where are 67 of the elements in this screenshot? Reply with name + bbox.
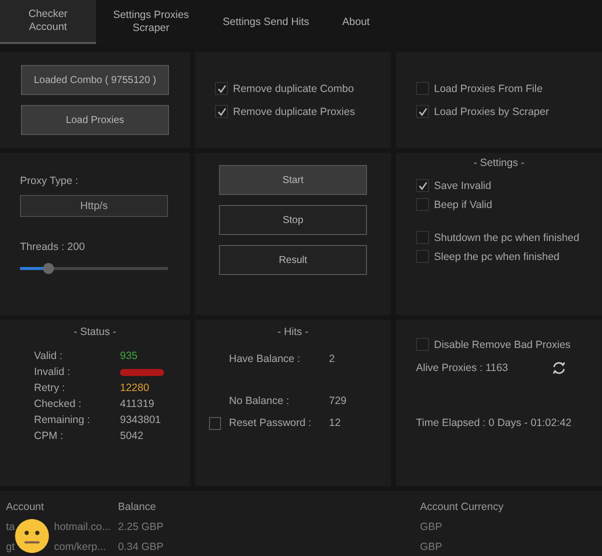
checkbox-label: Load Proxies by Scraper: [434, 106, 549, 118]
checkbox[interactable]: [416, 82, 429, 95]
hits-value: 2: [329, 353, 336, 365]
checkbox[interactable]: [215, 105, 228, 118]
status-label: Checked :: [34, 398, 82, 410]
checkbox-label: Disable Remove Bad Proxies: [434, 338, 571, 350]
status-value: 5042: [120, 430, 144, 442]
settings-title: - Settings -: [472, 157, 526, 169]
account-cell-text: hotmail.co...: [54, 521, 112, 533]
time-elapsed: Time Elapsed : 0 Days - 01:02:42: [416, 417, 572, 429]
tab[interactable]: Settings Send Hits: [206, 0, 326, 44]
alive-proxies-label: Alive Proxies : 1163: [416, 362, 508, 374]
account-cell-text: ta: [6, 521, 16, 533]
hits-label: Have Balance :: [229, 353, 302, 365]
proxy-type-dropdown[interactable]: Http/s: [20, 195, 168, 217]
action-button[interactable]: Result: [219, 245, 367, 275]
checkbox-label: Beep if Valid: [434, 198, 492, 210]
action-button[interactable]: Start: [219, 165, 367, 195]
action-button[interactable]: Stop: [219, 205, 367, 235]
checkbox[interactable]: [416, 250, 429, 263]
status-label: Valid :: [34, 350, 64, 362]
status-value: 9343801: [120, 414, 162, 426]
tab[interactable]: Checker Account: [0, 0, 96, 44]
checkbox[interactable]: [416, 338, 429, 351]
threads-slider[interactable]: [20, 263, 168, 274]
hits-title: - Hits -: [276, 326, 310, 338]
currency-cell-text: GBP: [420, 521, 444, 533]
status-value: 935: [120, 350, 139, 362]
checkbox-label: Remove duplicate Combo: [233, 82, 354, 94]
checkbox[interactable]: [416, 105, 429, 118]
slider-thumb[interactable]: [43, 263, 54, 274]
load-button[interactable]: Load Proxies: [21, 105, 169, 135]
status-label: Remaining :: [34, 414, 92, 426]
account-cell-text: com/kerp...: [54, 541, 107, 553]
threads-label: Threads : 200: [20, 241, 86, 253]
balance-cell-text: 2.25 GBP: [118, 521, 165, 533]
tab[interactable]: Settings Proxies Scraper: [96, 0, 206, 44]
checkbox-label: Remove duplicate Proxies: [233, 106, 355, 118]
column-header[interactable]: Account: [6, 501, 118, 513]
emoji-sticker: [14, 518, 50, 554]
checkbox-label: Shutdown the pc when finished: [434, 232, 580, 244]
hits-value: 12: [329, 417, 342, 429]
load-button[interactable]: Loaded Combo ( 9755120 ): [21, 65, 169, 95]
balance-cell-text: 0.34 GBP: [118, 541, 165, 553]
checkbox-label: Sleep the pc when finished: [434, 250, 560, 262]
hits-value: 729: [329, 395, 348, 407]
currency-cell-text: GBP: [420, 541, 444, 553]
status-label: Retry :: [34, 382, 66, 394]
status-label: Invalid :: [34, 366, 72, 378]
status-value: 411319: [120, 398, 156, 410]
checkbox-label: Save Invalid: [434, 180, 492, 192]
hits-label: Reset Password :: [229, 417, 312, 429]
refresh-icon[interactable]: [552, 361, 566, 375]
account-cell-text: gt: [6, 541, 16, 553]
checkbox-label: Load Proxies From File: [434, 82, 543, 94]
hits-label: No Balance :: [229, 395, 290, 407]
checkbox[interactable]: [416, 179, 429, 192]
status-label: CPM :: [34, 430, 64, 442]
checkbox[interactable]: [416, 231, 429, 244]
tab[interactable]: About: [326, 0, 386, 44]
proxy-type-label: Proxy Type :: [20, 175, 80, 187]
status-title: - Status -: [72, 326, 118, 338]
checkbox[interactable]: [416, 198, 429, 211]
column-header[interactable]: Balance: [118, 501, 420, 513]
status-value: 12280: [120, 382, 150, 394]
column-header[interactable]: Account Currency: [420, 501, 602, 513]
checkbox[interactable]: [215, 82, 228, 95]
